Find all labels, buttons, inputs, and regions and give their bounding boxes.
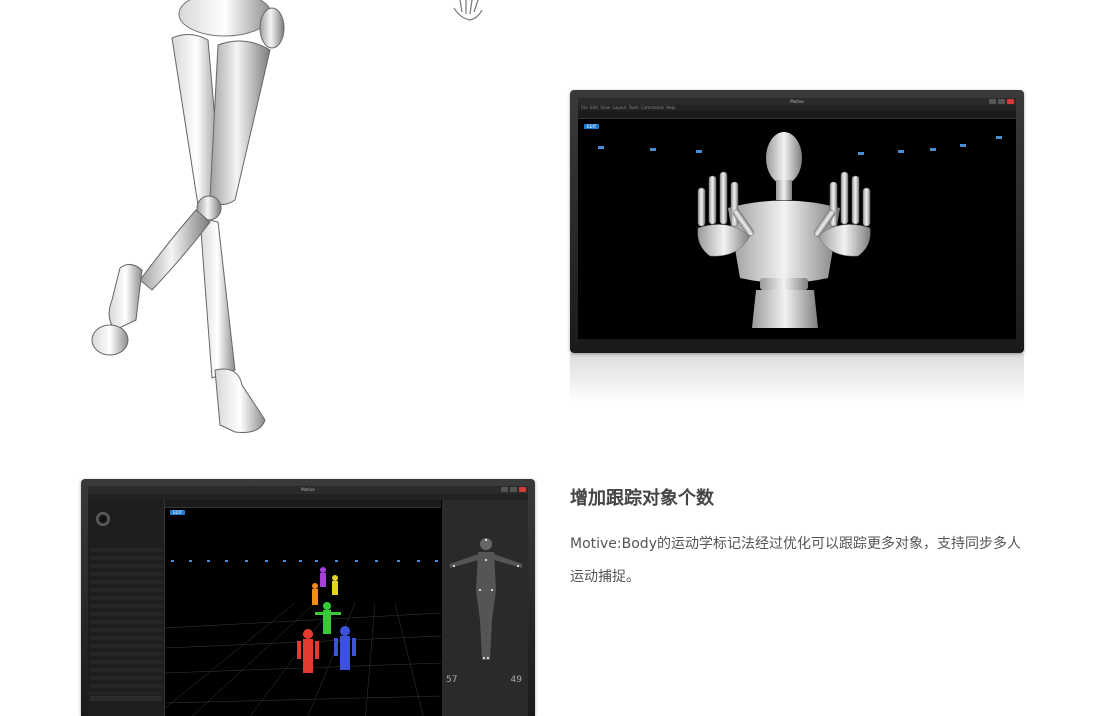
close-icon[interactable] bbox=[519, 487, 526, 492]
toolbar bbox=[578, 111, 1016, 119]
hand-illustration bbox=[453, 0, 483, 21]
monitor-reflection bbox=[570, 353, 1024, 403]
stat-right: 49 bbox=[510, 675, 522, 685]
toolbar bbox=[165, 500, 441, 508]
menu-item-help[interactable]: Help bbox=[666, 105, 675, 110]
monitor-screen: Motive File Edit View Layout Tools Comma… bbox=[578, 98, 1016, 345]
minimize-icon[interactable] bbox=[501, 487, 508, 492]
skeleton-preview bbox=[450, 538, 522, 660]
menu-item-view[interactable]: View bbox=[601, 105, 611, 110]
monitor-screen: Motive EDIT 57 49 bbox=[88, 486, 528, 716]
window-titlebar: Motive bbox=[88, 486, 528, 494]
monitor-screenshot-multi-person: Motive EDIT 57 49 bbox=[81, 479, 535, 716]
figure-blue bbox=[334, 626, 356, 670]
figure-purple bbox=[320, 567, 326, 587]
properties-tab[interactable] bbox=[90, 696, 162, 701]
mannequin-illustration bbox=[91, 0, 285, 433]
window-titlebar: Motive bbox=[578, 98, 1016, 105]
viewport-3d bbox=[165, 560, 441, 716]
camera-icon bbox=[96, 512, 110, 526]
camera-list[interactable] bbox=[90, 544, 162, 694]
maximize-icon[interactable] bbox=[998, 99, 1005, 104]
monitor-screenshot-hands: Motive File Edit View Layout Tools Comma… bbox=[570, 90, 1024, 353]
close-icon[interactable] bbox=[1007, 99, 1014, 104]
menu-item-edit[interactable]: Edit bbox=[590, 105, 598, 110]
feature-title: 增加跟踪对象个数 bbox=[570, 488, 714, 509]
menu-item-commands[interactable]: Commands bbox=[641, 105, 664, 110]
figure-red bbox=[297, 629, 319, 673]
camera-markers bbox=[171, 560, 438, 562]
right-panel: 57 49 bbox=[442, 500, 528, 716]
maximize-icon[interactable] bbox=[510, 487, 517, 492]
menu-item-tools[interactable]: Tools bbox=[629, 105, 639, 110]
figure-orange bbox=[312, 583, 318, 605]
stat-left: 57 bbox=[446, 675, 458, 685]
left-panel bbox=[88, 500, 165, 716]
feature-description: Motive:Body的运动学标记法经过优化可以跟踪更多对象，支持同步多人运动捕… bbox=[570, 536, 1021, 585]
figure-green bbox=[315, 602, 341, 634]
figure-yellow bbox=[332, 575, 338, 595]
window-title: Motive bbox=[301, 487, 315, 492]
status-bar bbox=[578, 339, 1016, 345]
menu-item-file[interactable]: File bbox=[581, 105, 588, 110]
viewport-3d bbox=[598, 132, 1002, 328]
window-title: Motive bbox=[790, 99, 804, 104]
minimize-icon[interactable] bbox=[989, 99, 996, 104]
menu-item-layout[interactable]: Layout bbox=[613, 105, 627, 110]
